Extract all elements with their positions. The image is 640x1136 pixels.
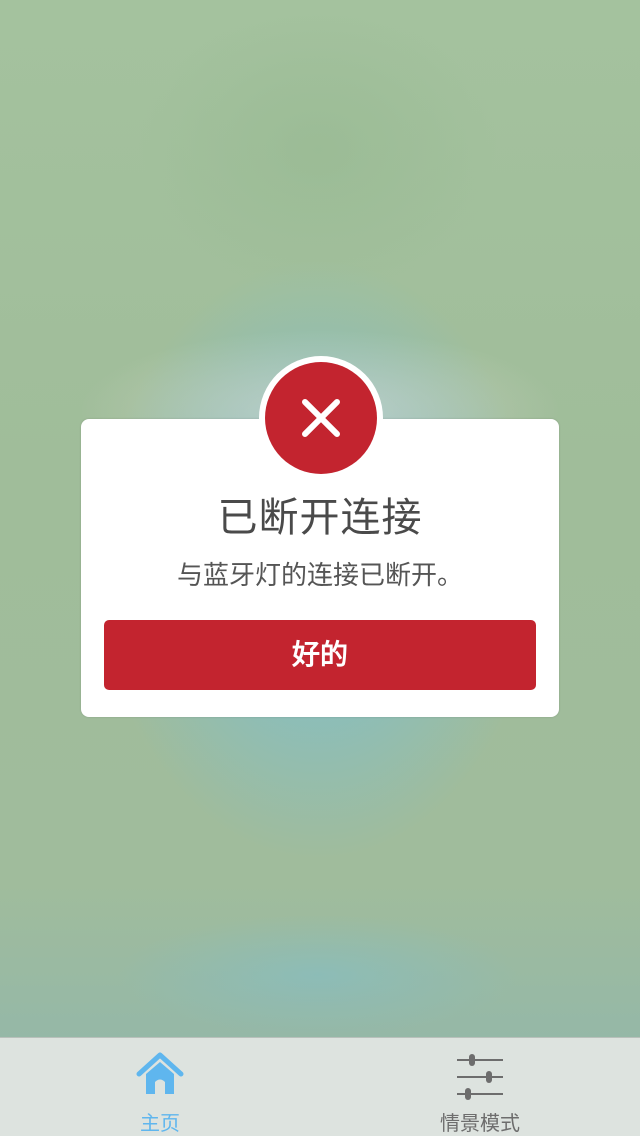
app-screen: 已断开连接 与蓝牙灯的连接已断开。 好的 主页 情景模式 xyxy=(0,0,640,1136)
dialog-title: 已断开连接 xyxy=(217,495,423,541)
tab-bar: 主页 情景模式 xyxy=(0,1037,640,1136)
ok-button[interactable]: 好的 xyxy=(104,620,536,690)
home-icon xyxy=(136,1052,184,1094)
close-icon xyxy=(302,399,340,437)
tab-home[interactable]: 主页 xyxy=(0,1038,320,1136)
sliders-icon xyxy=(457,1054,503,1100)
tab-scene-mode[interactable]: 情景模式 xyxy=(320,1038,640,1136)
tab-scene-mode-label: 情景模式 xyxy=(440,1111,520,1135)
dialog-message: 与蓝牙灯的连接已断开。 xyxy=(176,561,463,591)
error-badge xyxy=(259,356,383,480)
error-circle xyxy=(265,362,377,474)
tab-home-label: 主页 xyxy=(140,1111,180,1135)
